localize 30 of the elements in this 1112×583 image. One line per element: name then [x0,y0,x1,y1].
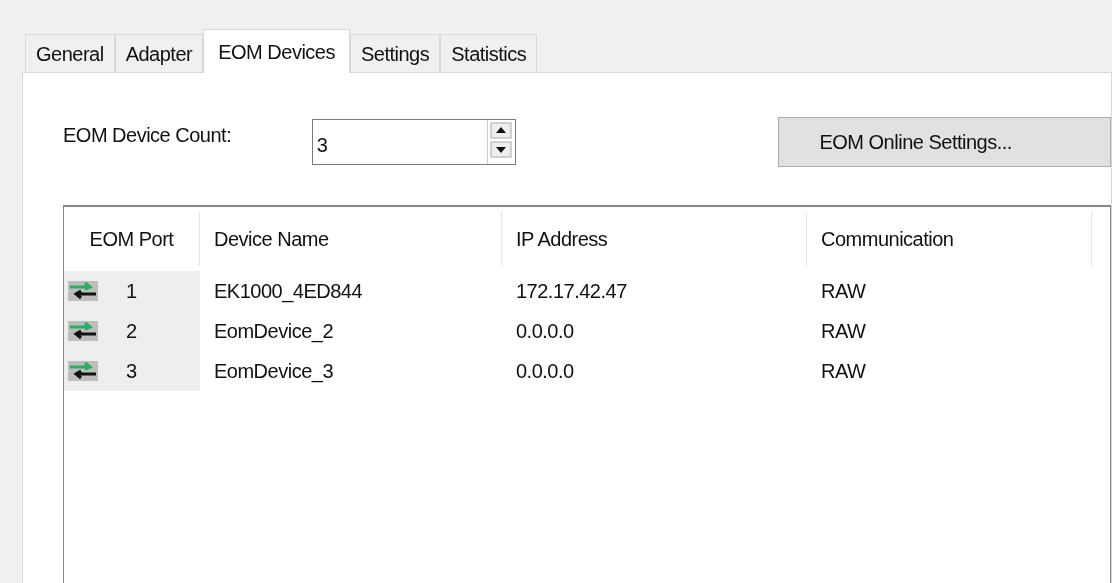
table-cell-text: 172.17.42.47 [515,279,628,304]
device-count-label: EOM Device Count: [63,123,233,148]
table-cell-text: 0.0.0.0 [515,319,575,344]
connection-icon [68,281,98,301]
column-header[interactable]: IP Address [502,212,807,266]
spin-up-icon[interactable] [488,120,515,140]
table-cell-text: 0.0.0.0 [515,359,575,384]
spin-down-icon[interactable] [488,140,515,160]
table-cell-text: RAW [820,319,867,344]
tab[interactable]: Statistics [440,34,538,72]
connection-icon [68,361,98,381]
column-header[interactable]: Communication [807,212,1092,266]
column-header[interactable]: Device Name [200,212,502,266]
table-cell-text: EomDevice_2 [213,319,334,345]
tab[interactable]: Settings [349,34,441,72]
connection-icon [68,321,98,341]
device-count-value: 3 [315,133,329,158]
table-cell-text: EomDevice_3 [213,359,334,385]
tab[interactable]: Adapter [114,34,204,72]
table-cell-text: EK1000_4ED844 [213,279,364,305]
online-settings-button[interactable]: EOM Online Settings... [778,117,1111,167]
port-cell-text: 2 [126,319,138,344]
table-cell-text: RAW [820,359,867,384]
port-cell-text: 1 [126,279,138,304]
tab[interactable]: EOM Devices [203,29,350,73]
column-header[interactable]: EOM Port [64,212,200,266]
tab[interactable]: General [25,34,115,72]
table-cell-text: RAW [820,279,867,304]
device-count-spinner[interactable]: 3 [311,119,517,165]
port-cell-text: 3 [126,359,138,384]
